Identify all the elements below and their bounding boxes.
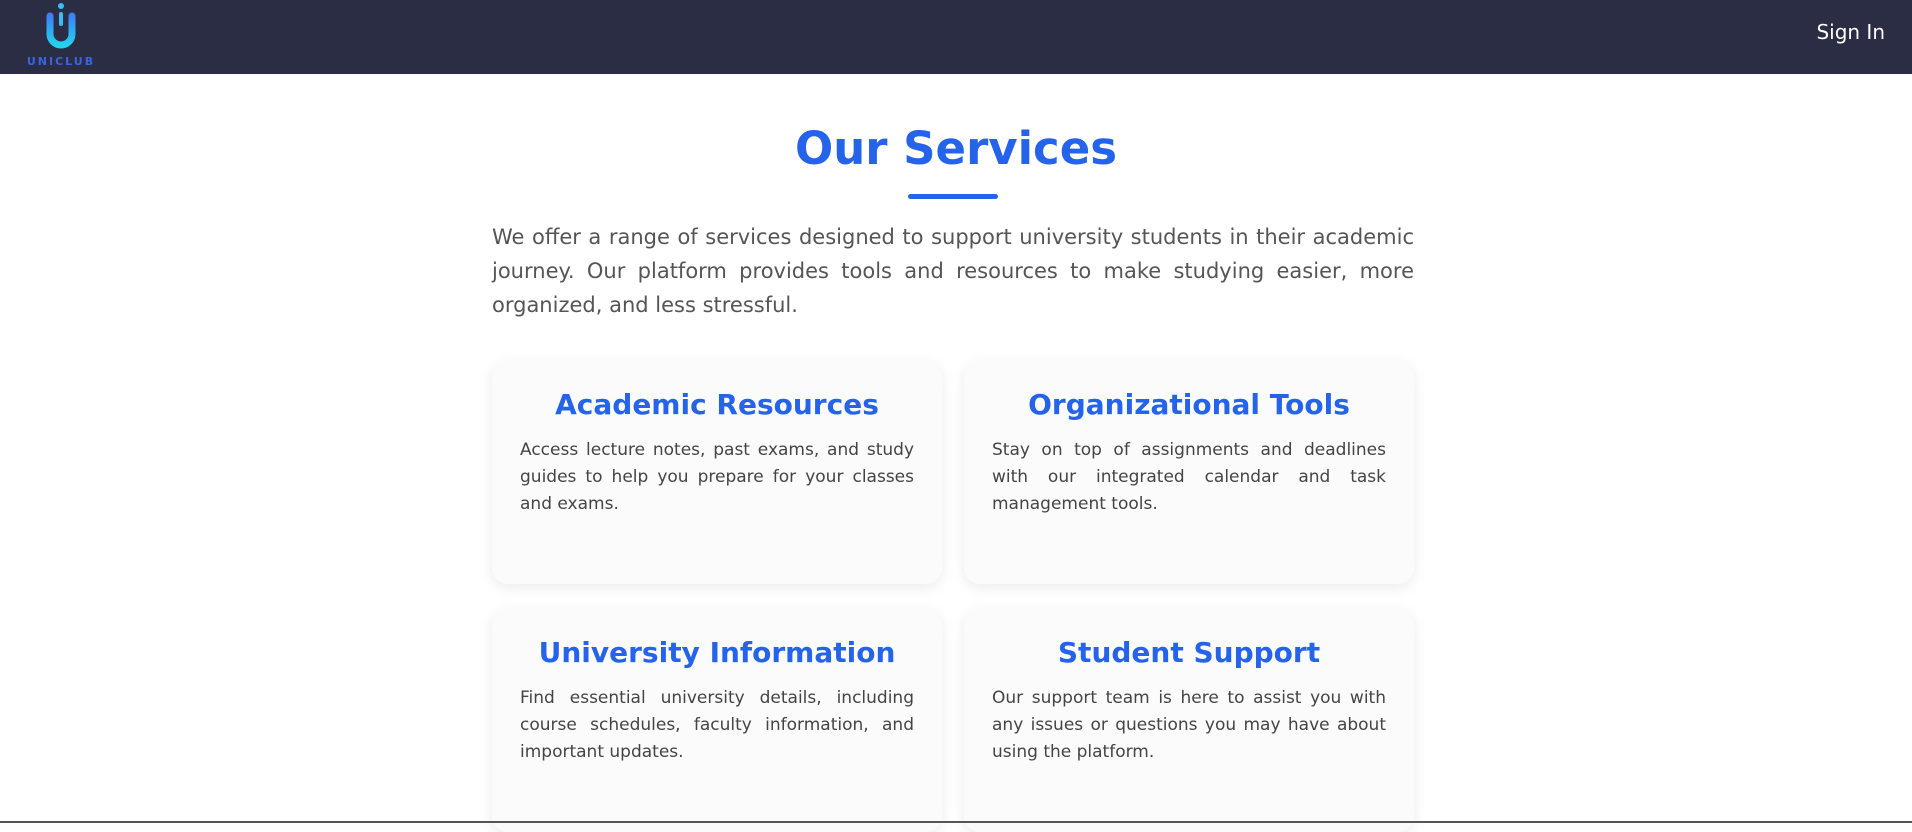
- page-title: Our Services: [794, 122, 1117, 175]
- service-card-student-support[interactable]: Student Support Our support team is here…: [964, 608, 1414, 832]
- logo-text: UNICLUB: [26, 55, 96, 68]
- card-title: Organizational Tools: [1028, 388, 1350, 421]
- services-intro: We offer a range of services designed to…: [492, 225, 1414, 317]
- card-title: Student Support: [1057, 636, 1321, 669]
- sign-in-link[interactable]: Sign In: [1816, 20, 1885, 44]
- logo-u-icon: [46, 3, 76, 49]
- top-navbar: UNICLUB Sign In: [0, 0, 1912, 74]
- card-title: Academic Resources: [555, 388, 879, 421]
- card-description: Access lecture notes, past exams, and st…: [520, 440, 914, 514]
- services-section: Our Services We offer a range of service…: [0, 74, 1912, 832]
- title-underline: [908, 194, 998, 199]
- card-description: Stay on top of assignments and deadlines…: [992, 440, 1386, 514]
- card-description: Find essential university details, inclu…: [520, 688, 914, 762]
- card-title: University Information: [538, 636, 896, 669]
- service-card-organizational-tools[interactable]: Organizational Tools Stay on top of assi…: [964, 360, 1414, 584]
- service-card-academic-resources[interactable]: Academic Resources Access lecture notes,…: [492, 360, 942, 584]
- uniclub-logo[interactable]: UNICLUB: [26, 2, 96, 70]
- service-card-university-information[interactable]: University Information Find essential un…: [492, 608, 942, 832]
- card-description: Our support team is here to assist you w…: [992, 688, 1386, 762]
